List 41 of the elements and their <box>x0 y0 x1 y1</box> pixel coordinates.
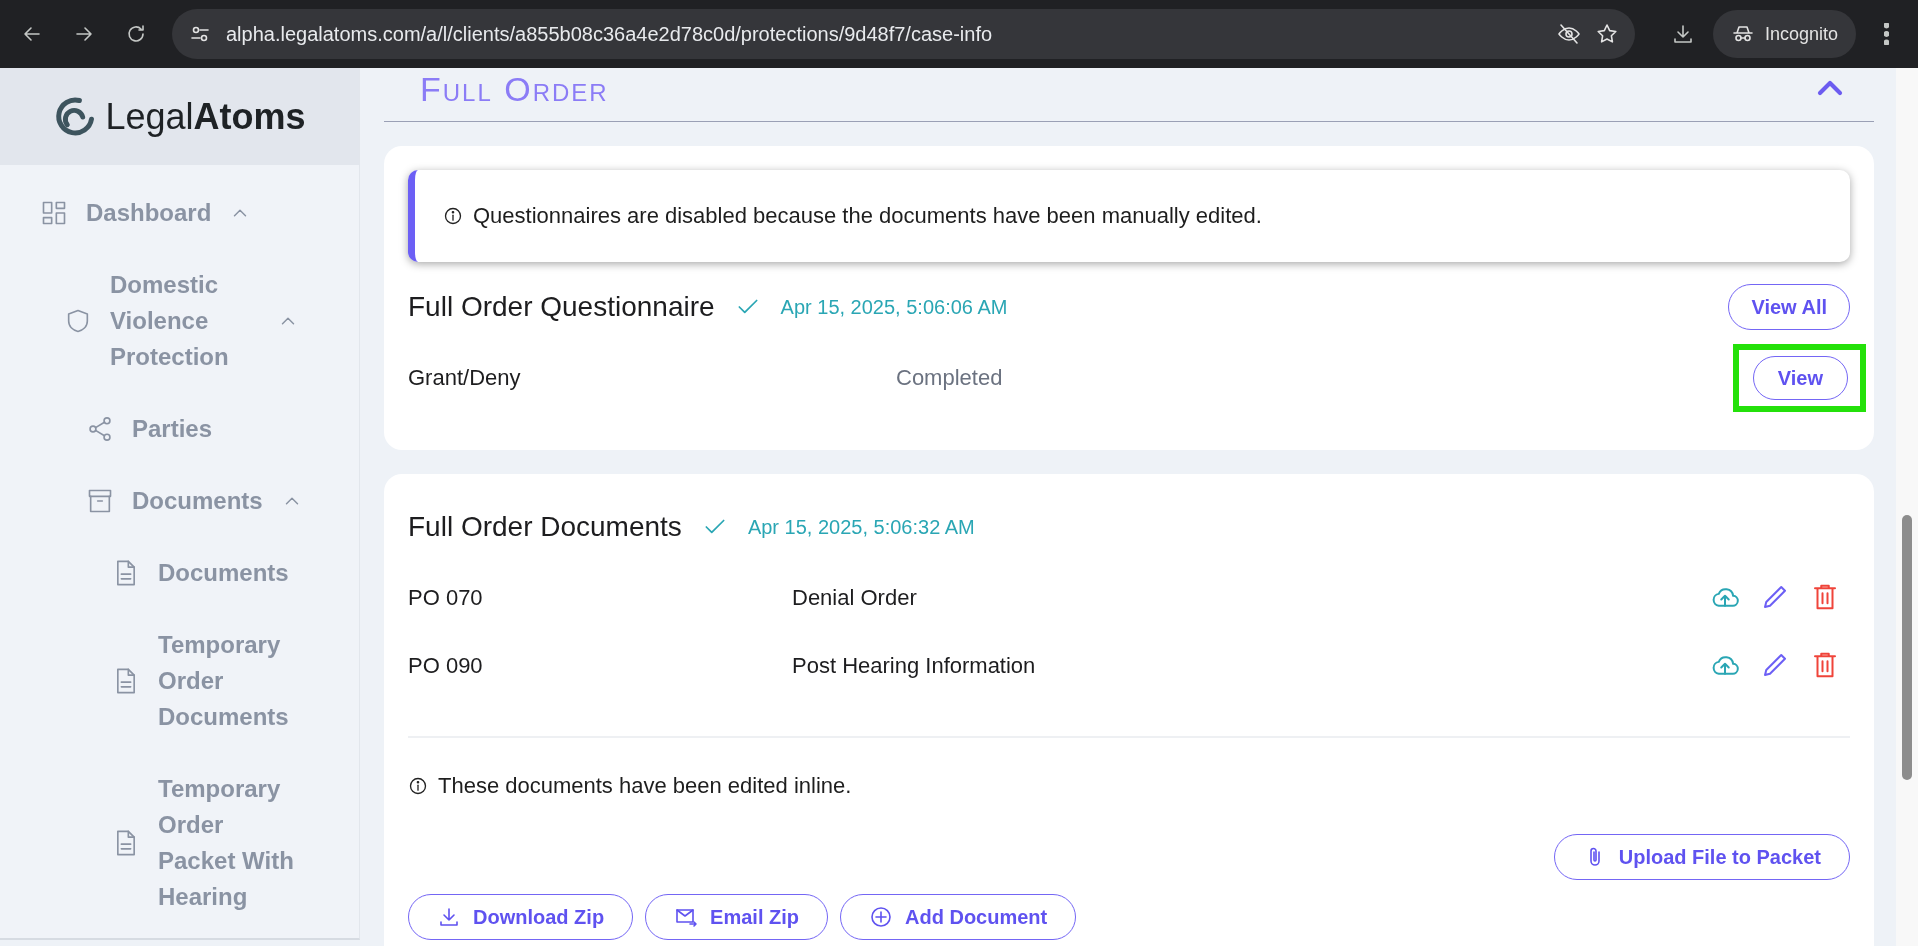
sidebar-item[interactable]: Domestic Violence Protection <box>0 267 359 375</box>
questionnaire-name: Grant/Deny <box>408 365 522 391</box>
timestamp: Apr 15, 2025, 5:06:06 AM <box>780 295 1008 319</box>
eye-slash-icon <box>1556 22 1581 46</box>
section-title: Full Order <box>420 70 609 109</box>
sidebar-item[interactable]: Parties <box>0 411 359 447</box>
sidebar-item[interactable]: Temporary Order Documents <box>0 627 359 735</box>
card-title: Full Order Documents <box>408 511 682 543</box>
document-name: Denial Order <box>792 585 917 611</box>
document-code: PO 090 <box>408 653 484 679</box>
url-text: alpha.legalatoms.com/a/l/clients/a855b08c36a4e2d78c0d/protections/9d48f7/case-info <box>226 22 993 46</box>
profile-button[interactable]: Incognito <box>1712 10 1856 58</box>
document-name: Post Hearing Information <box>792 653 1036 679</box>
sidebar-item[interactable]: Documents <box>0 483 359 519</box>
grid-icon <box>40 199 68 227</box>
sidebar-item[interactable]: Dashboard <box>0 195 359 231</box>
sidebar-item[interactable]: Temporary Order Packet With Hearing <box>0 771 359 915</box>
upload-file-button[interactable]: Upload File to Packet <box>1553 834 1850 880</box>
archive-box-icon <box>86 487 114 515</box>
sidebar-item[interactable]: Documents <box>0 555 359 591</box>
timestamp: Apr 15, 2025, 5:06:32 AM <box>747 515 975 539</box>
download-icon <box>437 905 461 929</box>
info-icon <box>443 206 463 226</box>
card-title: Full Order Questionnaire <box>408 291 715 323</box>
questionnaire-status: Completed <box>896 365 1003 391</box>
alert-message: Questionnaires are disabled because the documents have been manually edited. <box>473 203 1262 229</box>
scrollbar[interactable] <box>1896 68 1918 946</box>
menu-icon <box>1883 23 1889 45</box>
star-icon <box>1594 22 1619 46</box>
view-all-button[interactable]: View All <box>1728 284 1850 330</box>
email-zip-button[interactable]: Email Zip <box>645 894 828 940</box>
plus-circle-icon <box>869 905 893 929</box>
view-button[interactable]: View <box>1752 356 1848 400</box>
document-code: PO 070 <box>408 585 484 611</box>
download-zip-button[interactable]: Download Zip <box>408 894 634 940</box>
logo-text: LegalAtoms <box>105 95 306 138</box>
info-icon <box>408 776 428 796</box>
share-icon <box>86 415 114 443</box>
address-bar[interactable]: alpha.legalatoms.com/a/l/clients/a855b08c36a4e2d78c0d/protections/9d48f7/case-info <box>172 9 1635 59</box>
note-text: These documents have been edited inline. <box>438 773 852 799</box>
add-document-button[interactable]: Add Document <box>840 894 1077 940</box>
